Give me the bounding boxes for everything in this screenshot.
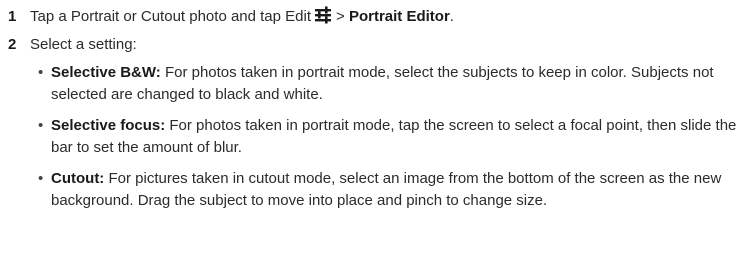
list-item-cutout: • Cutout: For pictures taken in cutout m… bbox=[38, 168, 740, 212]
edit-sliders-icon bbox=[314, 6, 332, 24]
settings-list: • Selective B&W: For photos taken in por… bbox=[8, 62, 740, 212]
option-title: Selective focus: bbox=[51, 117, 166, 134]
bullet: • bbox=[38, 170, 44, 187]
step-number: 1 bbox=[8, 8, 17, 25]
option-title: Cutout: bbox=[51, 170, 105, 187]
bullet: • bbox=[38, 64, 44, 81]
step-number: 2 bbox=[8, 36, 17, 53]
option-title: Selective B&W: bbox=[51, 64, 161, 81]
option-description: For pictures taken in cutout mode, selec… bbox=[51, 170, 722, 209]
step-1-text: Tap a Portrait or Cutout photo and tap E… bbox=[30, 8, 312, 25]
menu-separator: > bbox=[336, 8, 345, 25]
list-item-selective-bw: • Selective B&W: For photos taken in por… bbox=[38, 62, 740, 106]
instructions-page: 1 Tap a Portrait or Cutout photo and tap… bbox=[0, 0, 748, 254]
step-2: 2 Select a setting: bbox=[8, 34, 740, 56]
step-1-end: . bbox=[449, 8, 454, 25]
step-text: Select a setting: bbox=[30, 36, 137, 53]
step-1: 1 Tap a Portrait or Cutout photo and tap… bbox=[8, 6, 740, 28]
list-item-selective-focus: • Selective focus: For photos taken in p… bbox=[38, 115, 740, 159]
step-text: Tap a Portrait or Cutout photo and tap E… bbox=[30, 6, 740, 28]
portrait-editor-label: Portrait Editor bbox=[348, 8, 450, 25]
bullet: • bbox=[38, 117, 44, 134]
